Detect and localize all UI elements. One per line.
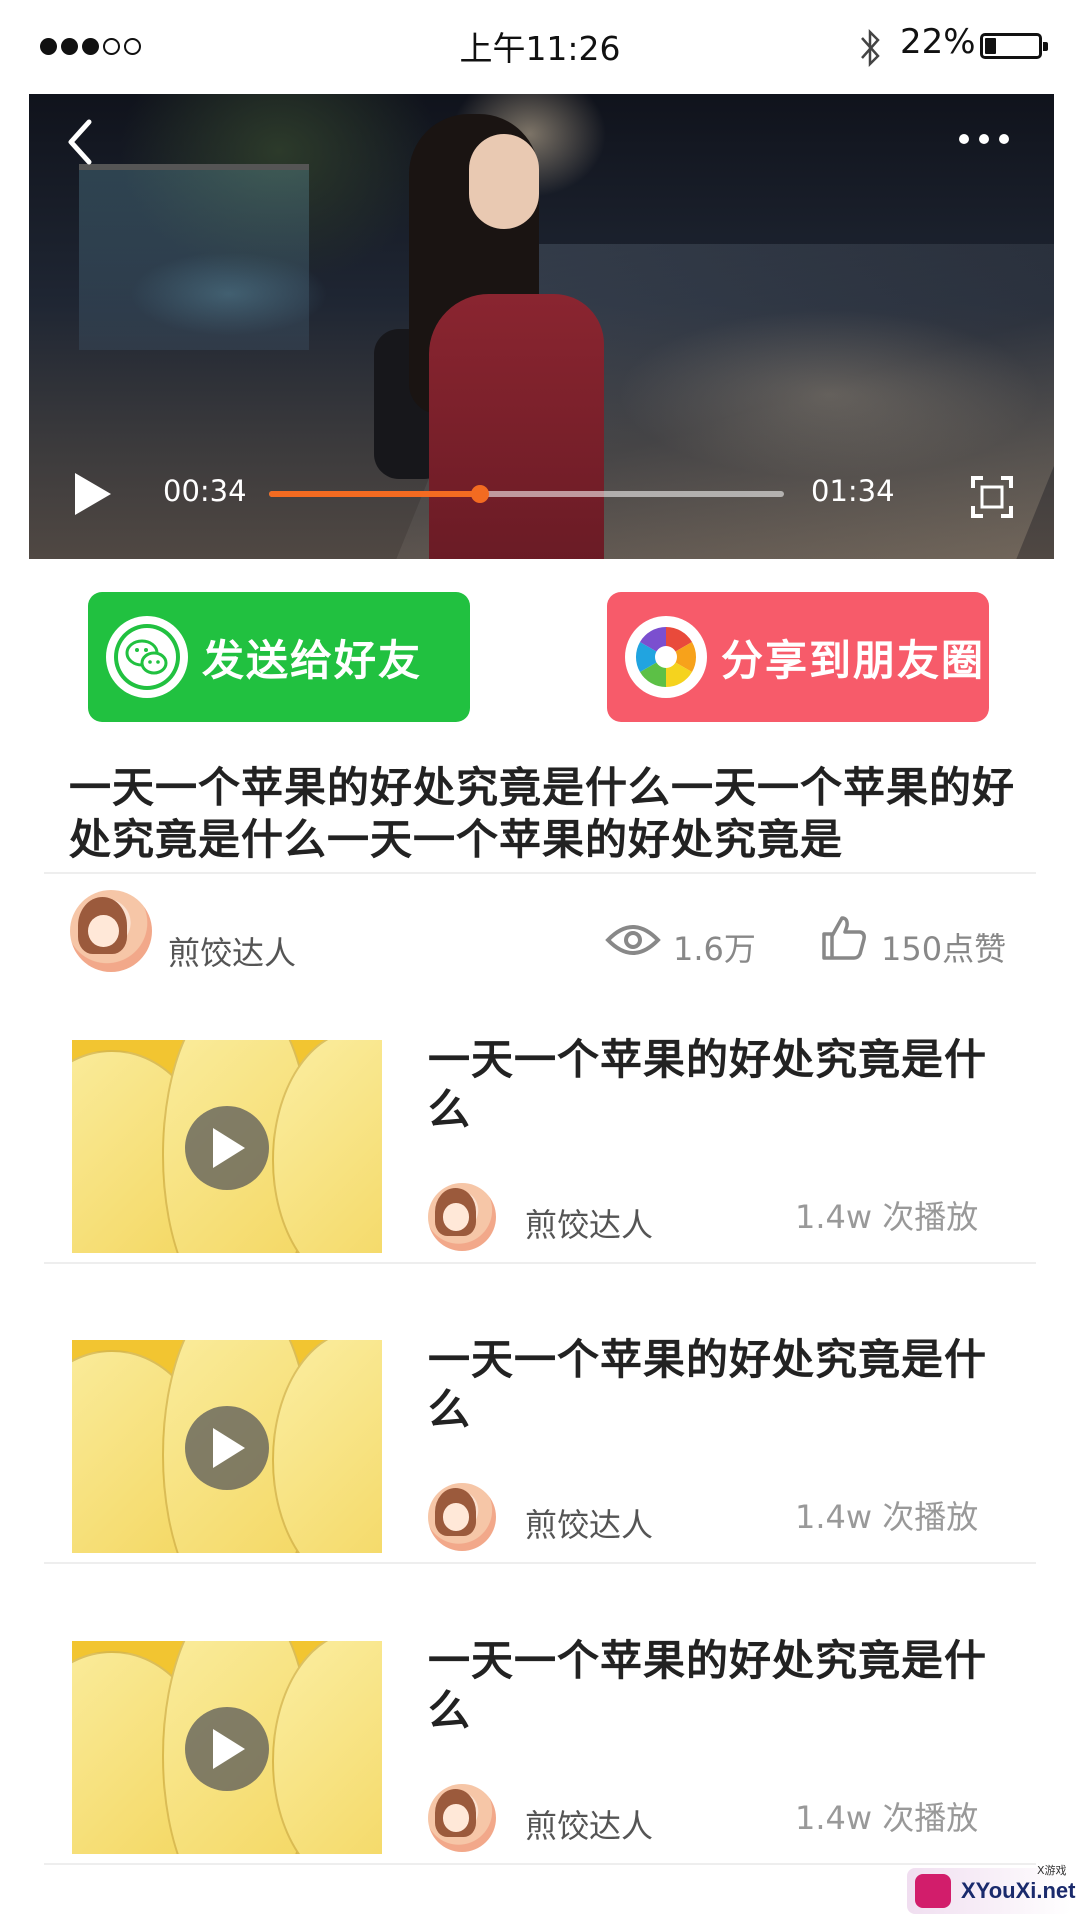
site-watermark: X游戏 XYouXi.net bbox=[907, 1864, 1076, 1914]
play-icon[interactable] bbox=[185, 1106, 269, 1190]
video-thumbnail[interactable] bbox=[72, 1340, 382, 1553]
divider bbox=[44, 1562, 1036, 1564]
back-icon[interactable] bbox=[59, 112, 103, 172]
related-video-title: 一天一个苹果的好处究竟是什么 bbox=[428, 1035, 988, 1134]
current-time: 00:34 bbox=[163, 474, 247, 508]
video-title: 一天一个苹果的好处究竟是什么一天一个苹果的好处究竟是什么一天一个苹果的好处究竟是 bbox=[69, 763, 1016, 864]
play-count: 1.4w 次播放 bbox=[795, 1799, 979, 1837]
moments-icon bbox=[625, 616, 707, 698]
battery-percent: 22% bbox=[900, 22, 976, 62]
related-video-author[interactable]: 煎饺达人 bbox=[525, 1801, 653, 1847]
author-avatar[interactable] bbox=[428, 1784, 496, 1852]
like-icon[interactable] bbox=[820, 914, 868, 962]
author-name[interactable]: 煎饺达人 bbox=[168, 928, 296, 974]
battery-icon bbox=[980, 33, 1048, 59]
send-to-friend-button[interactable]: 发送给好友 bbox=[88, 592, 470, 722]
play-count: 1.4w 次播放 bbox=[795, 1198, 979, 1236]
status-bar: 上午11:26 22% bbox=[0, 0, 1080, 92]
play-icon[interactable] bbox=[185, 1707, 269, 1791]
progress-played bbox=[269, 491, 481, 497]
watermark-logo-icon bbox=[915, 1874, 951, 1908]
wechat-icon bbox=[106, 616, 188, 698]
author-avatar[interactable] bbox=[428, 1483, 496, 1551]
divider bbox=[44, 1863, 1036, 1865]
share-to-moments-button[interactable]: 分享到朋友圈 bbox=[607, 592, 989, 722]
video-thumbnail[interactable] bbox=[72, 1641, 382, 1854]
more-options-icon[interactable] bbox=[959, 134, 1009, 144]
share-to-moments-label: 分享到朋友圈 bbox=[721, 635, 986, 685]
related-video-item[interactable]: 一天一个苹果的好处究竟是什么 煎饺达人 1.4w 次播放 bbox=[0, 1300, 1080, 1600]
author-avatar[interactable] bbox=[70, 890, 152, 972]
total-time: 01:34 bbox=[811, 474, 895, 508]
play-count: 1.4w 次播放 bbox=[795, 1498, 979, 1536]
divider bbox=[44, 1262, 1036, 1264]
related-video-author[interactable]: 煎饺达人 bbox=[525, 1200, 653, 1246]
bluetooth-icon bbox=[861, 28, 880, 68]
related-video-author[interactable]: 煎饺达人 bbox=[525, 1500, 653, 1546]
video-meta: 煎饺达人 1.6万 150点赞 bbox=[0, 890, 1080, 990]
progress-bar[interactable] bbox=[269, 485, 784, 503]
eye-icon bbox=[605, 925, 661, 955]
related-video-item[interactable]: 一天一个苹果的好处究竟是什么 煎饺达人 1.4w 次播放 bbox=[0, 1601, 1080, 1901]
watermark-text: XYouXi.net bbox=[961, 1878, 1076, 1903]
play-icon[interactable] bbox=[69, 469, 115, 519]
fullscreen-icon[interactable] bbox=[969, 474, 1015, 520]
play-icon[interactable] bbox=[185, 1406, 269, 1490]
send-to-friend-label: 发送给好友 bbox=[202, 635, 423, 685]
video-thumbnail[interactable] bbox=[72, 1040, 382, 1253]
author-avatar[interactable] bbox=[428, 1183, 496, 1251]
related-video-title: 一天一个苹果的好处究竟是什么 bbox=[428, 1636, 988, 1735]
related-video-title: 一天一个苹果的好处究竟是什么 bbox=[428, 1335, 988, 1434]
divider bbox=[44, 872, 1036, 874]
watermark-small-text: X游戏 bbox=[1037, 1864, 1067, 1877]
like-count: 150点赞 bbox=[881, 930, 1007, 968]
video-player[interactable]: 00:34 01:34 bbox=[29, 94, 1054, 559]
view-count: 1.6万 bbox=[673, 930, 756, 968]
related-video-item[interactable]: 一天一个苹果的好处究竟是什么 煎饺达人 1.4w 次播放 bbox=[0, 1000, 1080, 1300]
